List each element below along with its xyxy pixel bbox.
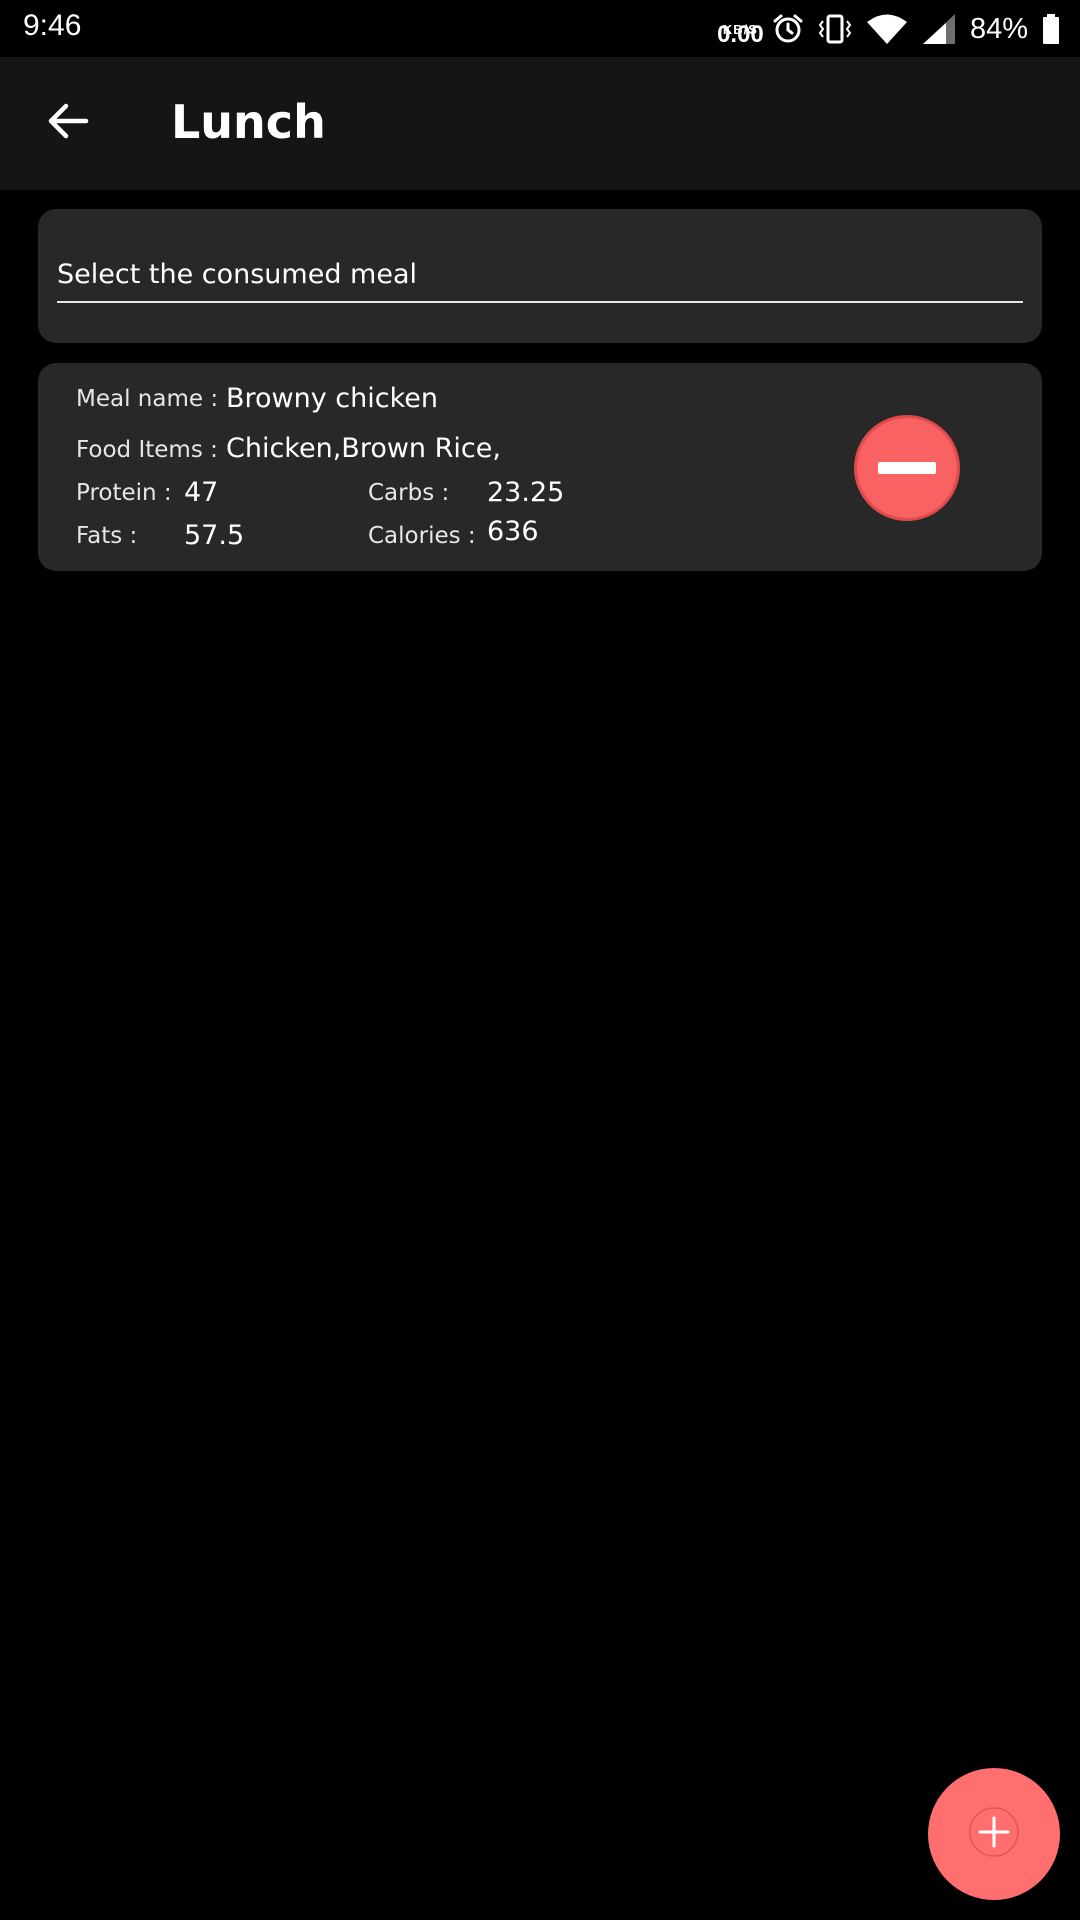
protein-label: Protein :	[76, 480, 172, 506]
page-title: Lunch	[171, 95, 326, 149]
meal-card: Meal name : Browny chicken Food Items : …	[38, 363, 1042, 571]
network-speed-value: 0.00	[717, 20, 764, 48]
calories-value: 636	[487, 516, 539, 547]
meal-name-value: Browny chicken	[226, 383, 439, 414]
battery-icon	[1042, 13, 1060, 45]
status-bar: 9:46 0.00 KB/S 84%	[0, 0, 1080, 57]
back-button[interactable]	[36, 91, 100, 155]
minus-icon	[878, 462, 936, 474]
alarm-icon	[772, 13, 804, 45]
calories-label: Calories :	[368, 523, 476, 549]
app-bar: Lunch	[0, 57, 1080, 190]
fats-label: Fats :	[76, 523, 138, 549]
carbs-value: 23.25	[487, 477, 565, 508]
arrow-back-icon	[46, 99, 90, 147]
protein-value: 47	[184, 477, 219, 508]
select-meal-card: Select the consumed meal	[38, 209, 1042, 343]
plus-icon	[968, 1806, 1020, 1862]
meal-name-label: Meal name :	[76, 386, 219, 412]
status-icons: 0.00 KB/S 84%	[717, 6, 1060, 52]
network-speed: 0.00 KB/S	[717, 22, 764, 46]
remove-meal-button[interactable]	[854, 415, 960, 521]
select-meal-dropdown[interactable]: Select the consumed meal	[57, 247, 1023, 303]
food-items-label: Food Items :	[76, 437, 218, 463]
battery-percent: 84%	[969, 12, 1028, 45]
vibrate-icon	[818, 13, 852, 45]
cell-signal-icon	[922, 13, 956, 45]
fats-value: 57.5	[184, 520, 245, 551]
food-items-value: Chicken,Brown Rice,	[226, 433, 501, 464]
carbs-label: Carbs :	[368, 480, 450, 506]
status-time: 9:46	[23, 9, 82, 42]
wifi-icon	[866, 13, 908, 45]
add-meal-button[interactable]	[928, 1768, 1060, 1900]
